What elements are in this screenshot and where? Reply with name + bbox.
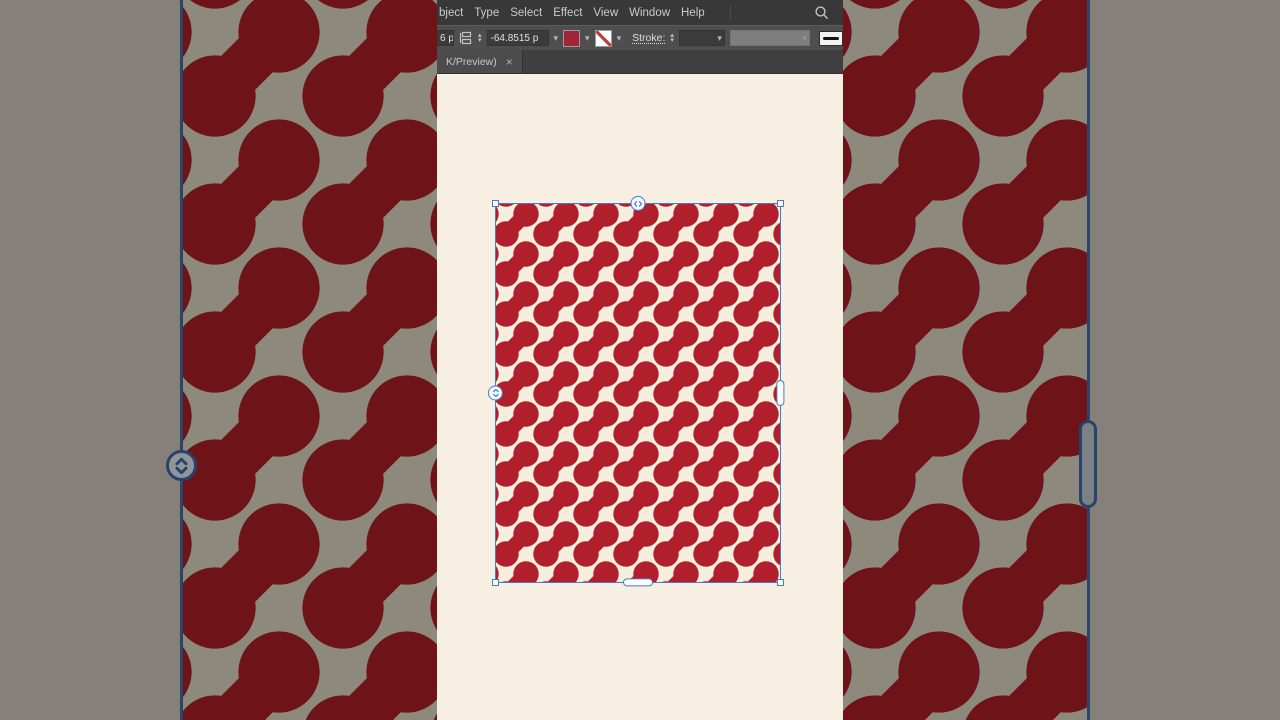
backdrop-left-selection-edge [180, 0, 183, 720]
menu-effect[interactable]: Effect [553, 7, 582, 19]
chevron-down-icon[interactable]: ▾ [554, 33, 559, 43]
backdrop-scale-widget [166, 450, 197, 481]
backdrop-right-pattern [843, 0, 1087, 720]
menu-select[interactable]: Select [510, 7, 542, 19]
backdrop-right-canvas-area [1090, 0, 1280, 720]
backdrop-left-pattern [183, 0, 437, 720]
handle-top-right[interactable] [777, 200, 784, 207]
document-tab-title: K/Preview) [446, 56, 497, 68]
menu-divider [730, 5, 731, 20]
metaball-pattern-fill [496, 204, 780, 582]
up-down-chevrons-icon [491, 389, 499, 398]
menu-window[interactable]: Window [629, 7, 670, 19]
stroke-weight-stepper[interactable]: ▴ ▾ [670, 33, 674, 44]
transform-value-field[interactable]: -64.8515 p [487, 30, 549, 46]
value-stepper[interactable]: ▴ ▾ [478, 33, 482, 44]
stroke-color-swatch-none[interactable] [595, 30, 612, 47]
backdrop-left-canvas-area [0, 0, 180, 720]
document-tab-bar: K/Preview) × [437, 50, 843, 74]
stroke-label: Stroke: [632, 32, 665, 44]
chevron-down-icon[interactable]: ▾ [585, 33, 590, 43]
menu-object[interactable]: bject [439, 7, 463, 19]
backdrop-side-handle-pill [1079, 420, 1097, 508]
transform-value: -64.8515 p [491, 33, 539, 44]
document-tab[interactable]: K/Preview) × [437, 50, 523, 73]
handle-bottom-middle-pill[interactable] [623, 578, 653, 586]
stroke-weight-dropdown[interactable]: ▾ [679, 30, 725, 46]
menu-help[interactable]: Help [681, 7, 705, 19]
menu-bar: bject Type Select Effect View Window Hel… [437, 0, 843, 25]
selected-pattern-object[interactable] [495, 203, 781, 583]
top-rotate-widget[interactable] [631, 196, 646, 211]
chevron-down-icon: ▾ [717, 33, 722, 43]
transform-icon[interactable] [459, 31, 473, 45]
control-bar: 6 p ▴ ▾ -64.8515 p ▾ ▾ ▾ Stroke: ▴ ▾ [437, 25, 843, 50]
search-button[interactable] [814, 5, 830, 21]
canvas [437, 74, 843, 720]
fill-color-swatch[interactable] [563, 30, 580, 47]
position-field[interactable]: 6 p [437, 30, 454, 46]
handle-right-middle-pill[interactable] [776, 380, 784, 406]
video-frame: bject Type Select Effect View Window Hel… [0, 0, 1280, 720]
uniform-stroke-line [823, 37, 839, 40]
left-scale-widget[interactable] [488, 386, 503, 401]
handle-bottom-right[interactable] [777, 579, 784, 586]
menu-view[interactable]: View [593, 7, 618, 19]
stroke-profile-preview[interactable] [819, 31, 843, 46]
brush-definition-dropdown: ▾ [730, 30, 810, 46]
handle-bottom-left[interactable] [492, 579, 499, 586]
close-icon[interactable]: × [506, 56, 513, 68]
handle-top-left[interactable] [492, 200, 499, 207]
illustrator-window: bject Type Select Effect View Window Hel… [437, 0, 843, 720]
chevron-down-icon: ▾ [802, 33, 807, 43]
search-icon [814, 5, 830, 21]
stepper-down-icon: ▾ [478, 38, 482, 44]
left-right-chevrons-icon [634, 199, 643, 207]
chevron-down-icon[interactable]: ▾ [617, 33, 622, 43]
stepper-down-icon: ▾ [670, 38, 674, 44]
up-down-chevrons-icon [174, 457, 189, 475]
position-field-value: 6 p [440, 33, 454, 44]
menu-type[interactable]: Type [474, 7, 499, 19]
